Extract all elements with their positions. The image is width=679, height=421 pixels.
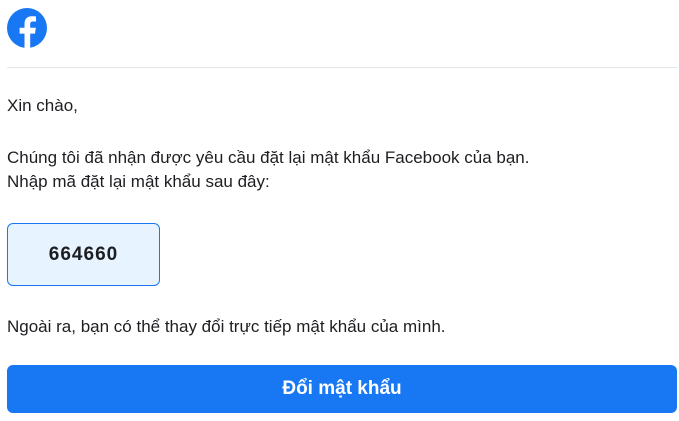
message-line-2: Nhập mã đặt lại mật khẩu sau đây: (7, 172, 270, 191)
reset-request-message: Chúng tôi đã nhận được yêu cầu đặt lại m… (7, 146, 529, 194)
message-line-1: Chúng tôi đã nhận được yêu cầu đặt lại m… (7, 148, 530, 167)
alternative-text: Ngoài ra, bạn có thể thay đổi trực tiếp … (7, 317, 446, 336)
change-password-button-label: Đổi mật khẩu (282, 378, 402, 399)
greeting-text: Xin chào, (7, 96, 78, 115)
change-password-button[interactable]: Đổi mật khẩu (7, 365, 677, 413)
header-divider (7, 67, 677, 68)
reset-code: 664660 (48, 243, 119, 265)
reset-code-box: 664660 (7, 223, 160, 286)
facebook-logo-icon (7, 8, 47, 48)
